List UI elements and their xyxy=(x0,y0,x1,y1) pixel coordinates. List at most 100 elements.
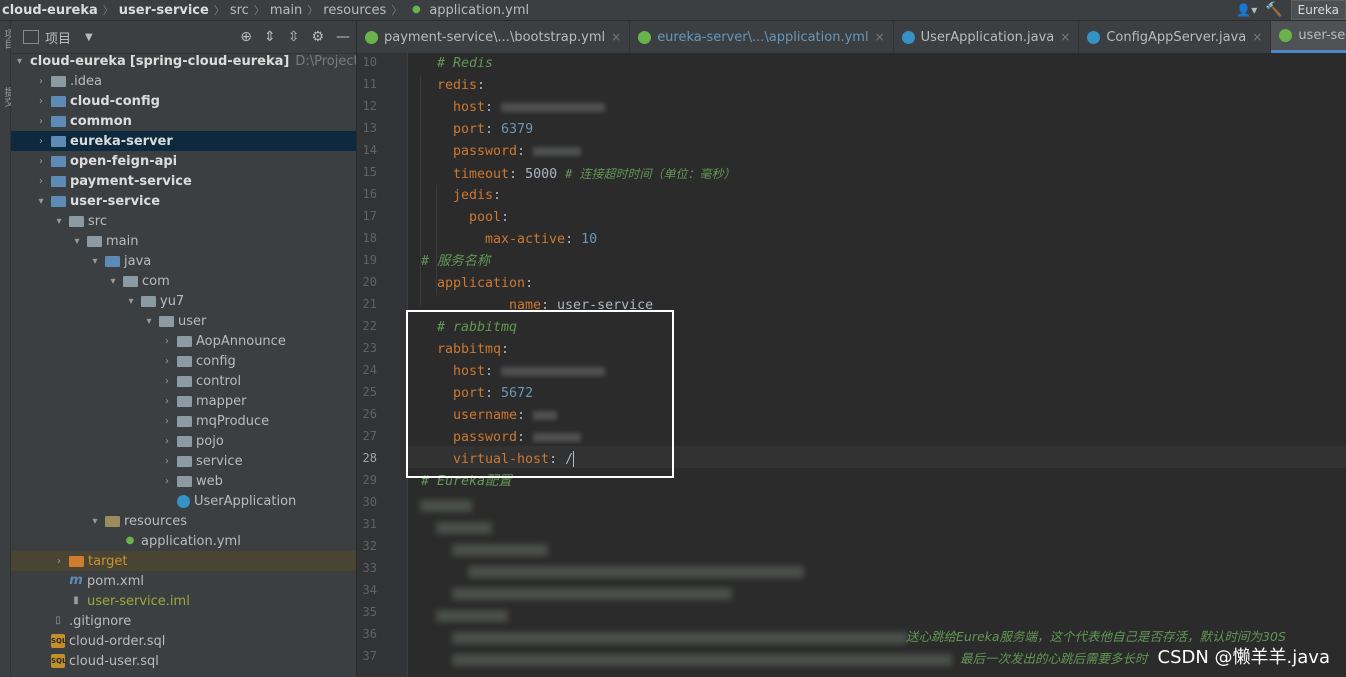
tab-user-application-java[interactable]: UserApplication.java × xyxy=(894,21,1080,53)
chevron-down-icon[interactable]: ▾ xyxy=(53,216,65,227)
tree-item[interactable]: m pom.xml xyxy=(11,571,356,591)
chevron-right-icon[interactable]: › xyxy=(35,176,47,187)
yaml-file-icon xyxy=(365,30,378,44)
tree-item[interactable]: › .idea xyxy=(11,71,356,91)
close-icon[interactable]: × xyxy=(1060,30,1070,44)
tree-item[interactable]: ▾ yu7 xyxy=(11,291,356,311)
line-number: 19 xyxy=(362,253,377,267)
tree-item-label: user-service xyxy=(70,193,161,209)
project-panel-title[interactable]: 项目 xyxy=(45,28,71,47)
tree-item-label: cloud-user.sql xyxy=(69,653,159,669)
tree-item[interactable]: ▾ resources xyxy=(11,511,356,531)
tree-item[interactable]: SQL cloud-order.sql xyxy=(11,631,356,651)
yaml-key: redis xyxy=(437,78,478,93)
chevron-right-icon[interactable]: › xyxy=(161,376,173,387)
chevron-right-icon[interactable]: › xyxy=(161,336,173,347)
tree-item[interactable]: › control xyxy=(11,371,356,391)
chevron-right-icon[interactable]: › xyxy=(35,136,47,147)
tree-item[interactable]: ▮ user-service.iml xyxy=(11,591,356,611)
user-icon[interactable]: 👤▾ xyxy=(1236,3,1257,17)
chevron-right-icon[interactable]: › xyxy=(53,556,65,567)
gear-icon[interactable]: ⚙ xyxy=(311,29,324,45)
chevron-down-icon[interactable]: ▾ xyxy=(143,316,155,327)
tree-item[interactable]: › payment-service xyxy=(11,171,356,191)
tree-item-label: AopAnnounce xyxy=(196,333,286,349)
close-icon[interactable]: × xyxy=(611,30,621,44)
module-file-icon: ▮ xyxy=(73,595,79,606)
tree-item[interactable]: UserApplication xyxy=(11,491,356,511)
chevron-down-icon[interactable]: ▾ xyxy=(107,276,119,287)
tab-eureka-application-yml[interactable]: eureka-server\...\application.yml × xyxy=(630,21,894,53)
chevron-down-icon[interactable]: ▾ xyxy=(89,516,101,527)
collapse-all-icon[interactable]: ⇳ xyxy=(288,29,300,45)
breadcrumb-main[interactable]: main xyxy=(268,3,304,18)
chevron-right-icon[interactable]: › xyxy=(35,76,47,87)
breadcrumb-resources[interactable]: resources xyxy=(321,3,388,18)
tree-item[interactable]: › config xyxy=(11,351,356,371)
chevron-down-icon[interactable]: ▾ xyxy=(125,296,137,307)
breadcrumb-module[interactable]: user-service xyxy=(117,3,211,18)
tree-item[interactable]: › open-feign-api xyxy=(11,151,356,171)
chevron-down-icon[interactable]: ▾ xyxy=(89,256,101,267)
close-icon[interactable]: × xyxy=(1252,30,1262,44)
yaml-file-icon: ● xyxy=(125,535,135,546)
chevron-right-icon[interactable]: › xyxy=(161,416,173,427)
tree-item[interactable]: › target xyxy=(11,551,356,571)
chevron-down-icon[interactable]: ▾ xyxy=(17,56,22,67)
tree-item[interactable]: ● application.yml xyxy=(11,531,356,551)
folder-icon xyxy=(87,235,102,247)
redacted-line xyxy=(420,500,472,512)
tree-item[interactable]: ▾ main xyxy=(11,231,356,251)
chevron-down-icon[interactable]: ▾ xyxy=(71,236,83,247)
tree-root[interactable]: ▾ cloud-eureka [spring-cloud-eureka] D:\… xyxy=(11,51,356,71)
locate-icon[interactable]: ⊕ xyxy=(240,29,252,45)
tree-item[interactable]: › AopAnnounce xyxy=(11,331,356,351)
tree-item[interactable]: › mapper xyxy=(11,391,356,411)
breadcrumb-project[interactable]: cloud-eureka xyxy=(0,3,100,18)
chevron-right-icon[interactable]: › xyxy=(35,156,47,167)
tree-item[interactable]: › pojo xyxy=(11,431,356,451)
tree-item[interactable]: ▾ com xyxy=(11,271,356,291)
tree-item[interactable]: ▾ java xyxy=(11,251,356,271)
chevron-right-icon[interactable]: › xyxy=(161,476,173,487)
tree-item[interactable]: ▾ user-service xyxy=(11,191,356,211)
expand-all-icon[interactable]: ⇕ xyxy=(264,29,276,45)
tree-item[interactable]: › web xyxy=(11,471,356,491)
tree-item-selected[interactable]: › eureka-server xyxy=(11,131,356,151)
chevron-right-icon[interactable]: › xyxy=(161,436,173,447)
run-config-selector[interactable]: Eureka xyxy=(1290,0,1346,20)
tree-item[interactable]: › service xyxy=(11,451,356,471)
code-line-13: port: 6379 xyxy=(453,122,534,137)
breadcrumb-src[interactable]: src xyxy=(228,3,251,18)
tree-item[interactable]: › mqProduce xyxy=(11,411,356,431)
code-line-11: redis: xyxy=(437,78,486,93)
tab-bootstrap-yml[interactable]: payment-service\...\bootstrap.yml × xyxy=(357,21,631,53)
chevron-right-icon[interactable]: › xyxy=(35,96,47,107)
chevron-down-icon[interactable]: ▼ xyxy=(85,32,93,43)
tree-item[interactable]: ▯ .gitignore xyxy=(11,611,356,631)
chevron-right-icon[interactable]: › xyxy=(161,456,173,467)
minimize-icon[interactable]: — xyxy=(336,29,350,45)
tree-item-label: eureka-server xyxy=(70,133,173,149)
close-icon[interactable]: × xyxy=(875,30,885,44)
tree-item[interactable]: ▾ user xyxy=(11,311,356,331)
tab-user-service-application-yml[interactable]: user-service\...\applica xyxy=(1271,21,1346,53)
tree-item[interactable]: › common xyxy=(11,111,356,131)
chevron-right-icon: 〉 xyxy=(102,4,114,17)
yaml-key: timeout xyxy=(453,167,510,182)
breadcrumb-file[interactable]: application.yml xyxy=(427,3,531,18)
package-icon xyxy=(177,455,192,467)
chevron-down-icon[interactable]: ▾ xyxy=(35,196,47,207)
tree-item[interactable]: ▾ src xyxy=(11,211,356,231)
line-number: 30 xyxy=(362,495,377,509)
tree-item[interactable]: › cloud-config xyxy=(11,91,356,111)
line-number-current: 28 xyxy=(362,451,377,465)
tab-label: user-service\...\applica xyxy=(1298,28,1346,43)
tab-config-app-server-java[interactable]: ConfigAppServer.java × xyxy=(1079,21,1272,53)
chevron-right-icon[interactable]: › xyxy=(161,356,173,367)
chevron-right-icon[interactable]: › xyxy=(161,396,173,407)
chevron-right-icon[interactable]: › xyxy=(35,116,47,127)
line-number: 35 xyxy=(362,605,377,619)
hammer-icon[interactable]: 🔨 xyxy=(1265,2,1282,18)
tree-item[interactable]: SQL cloud-user.sql xyxy=(11,651,356,671)
